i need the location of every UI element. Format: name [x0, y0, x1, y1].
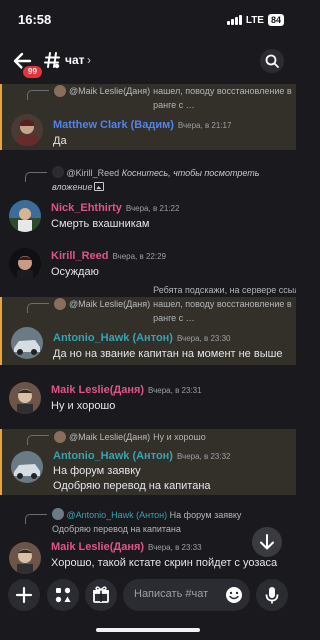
apps-icon: [55, 587, 71, 603]
message-author[interactable]: Maik Leslie(Даня) Вчера, в 23:33: [51, 541, 202, 553]
message-timestamp: Вчера, в 23:30: [176, 334, 231, 343]
reply-preview[interactable]: @Maik Leslie(Даня) Ребята подскажи, на с…: [54, 84, 296, 110]
microphone-icon: [265, 587, 279, 604]
image-attachment-icon: [94, 182, 105, 191]
message-composer: Написать #чат: [0, 574, 296, 616]
avatar[interactable]: [11, 327, 43, 359]
reply-connector: [27, 435, 49, 445]
gift-icon: [93, 586, 109, 603]
hash-channel-icon: [44, 52, 60, 69]
status-indicators: LTE 84: [227, 14, 284, 26]
channel-name[interactable]: чат: [65, 53, 85, 67]
reply-connector: [27, 303, 49, 313]
channel-header: 99 чат ›: [0, 40, 296, 84]
avatar: [54, 431, 66, 443]
status-bar: 16:58 LTE 84: [0, 0, 296, 40]
avatar[interactable]: [9, 248, 41, 280]
reply-connector: [27, 90, 49, 100]
message-input[interactable]: Написать #чат: [123, 579, 250, 611]
avatar: [54, 298, 66, 310]
avatar: [54, 85, 66, 97]
voice-message-button[interactable]: [256, 579, 288, 611]
search-icon: [265, 54, 279, 68]
apps-button[interactable]: [47, 579, 79, 611]
avatar: [52, 508, 64, 520]
message-text: Ну и хорошо: [51, 400, 116, 412]
status-time: 16:58: [18, 12, 52, 27]
add-attachment-button[interactable]: [8, 579, 40, 611]
message-timestamp: Вчера, в 21:17: [177, 121, 232, 130]
message-author[interactable]: Kirill_Reed Вчера, в 22:29: [51, 250, 166, 262]
reply-preview[interactable]: @Kirill_Reed Коснитесь, чтобы посмотреть…: [52, 166, 288, 192]
avatar: [52, 166, 64, 178]
avatar[interactable]: [9, 200, 41, 232]
message-author[interactable]: Antonio_Hawk (Антон) Вчера, в 23:30: [53, 332, 231, 344]
message-list[interactable]: @Maik Leslie(Даня) Ребята подскажи, на с…: [0, 84, 296, 574]
message-text: Хорошо, такой кстате скрин пойдет с уоза…: [51, 557, 278, 569]
reply-connector: [25, 172, 47, 182]
plus-icon: [15, 586, 33, 604]
reply-preview[interactable]: @Antonio_Hawk (Антон) На форум заявку Од…: [52, 508, 288, 534]
reply-connector: [25, 514, 47, 524]
message-timestamp: Вчера, в 21:22: [125, 204, 180, 213]
message-text: Да: [53, 135, 67, 147]
avatar[interactable]: [9, 542, 41, 574]
message-text: Одобряю перевод на капитана: [53, 480, 211, 492]
reply-preview[interactable]: @Maik Leslie(Даня) Ну и хорошо: [54, 430, 206, 444]
message-text: На форум заявку: [53, 465, 141, 477]
message-author[interactable]: Nick_Ehthirty Вчера, в 21:22: [51, 202, 179, 214]
message-item[interactable]: @Maik Leslie(Даня) Ну и хорошо Antonio_H…: [0, 429, 296, 495]
scroll-to-bottom-button[interactable]: [252, 527, 282, 557]
message-item[interactable]: @Kirill_Reed Коснитесь, чтобы посмотреть…: [0, 164, 296, 234]
message-input-placeholder: Написать #чат: [134, 588, 209, 600]
message-item[interactable]: @Maik Leslie(Даня) Ребята подскажи, на с…: [0, 285, 296, 365]
network-label: LTE: [245, 14, 264, 26]
reply-preview[interactable]: @Maik Leslie(Даня) Ребята подскажи, на с…: [54, 285, 296, 323]
emoji-icon[interactable]: [224, 585, 244, 605]
message-item[interactable]: Kirill_Reed Вчера, в 22:29 Осуждаю: [0, 244, 296, 284]
avatar[interactable]: [9, 382, 41, 414]
chevron-right-icon[interactable]: ›: [87, 53, 91, 67]
message-timestamp: Вчера, в 23:32: [176, 452, 231, 461]
message-timestamp: Вчера, в 22:29: [112, 252, 166, 261]
message-author[interactable]: Maik Leslie(Даня) Вчера, в 23:31: [51, 384, 202, 396]
battery-icon: 84: [267, 14, 284, 26]
message-item[interactable]: Maik Leslie(Даня) Вчера, в 23:31 Ну и хор…: [0, 378, 296, 418]
unread-badge: 99: [21, 64, 44, 80]
message-timestamp: Вчера, в 23:31: [148, 386, 202, 395]
home-indicator[interactable]: [96, 628, 200, 632]
message-text: Осуждаю: [51, 266, 99, 278]
search-button[interactable]: [260, 49, 284, 73]
message-text: Да но на звание капитан на момент не выш…: [53, 348, 283, 360]
avatar[interactable]: [11, 451, 43, 483]
message-author[interactable]: Antonio_Hawk (Антон) Вчера, в 23:32: [53, 450, 231, 462]
avatar[interactable]: [11, 114, 43, 146]
message-text: Смерть вхашникам: [51, 218, 150, 230]
message-author[interactable]: Matthew Clark (Вадим) Вчера, в 21:17: [53, 119, 231, 131]
arrow-down-icon: [260, 534, 274, 550]
message-item[interactable]: @Maik Leslie(Даня) Ребята подскажи, на с…: [0, 84, 296, 150]
signal-icon: [227, 15, 242, 25]
message-timestamp: Вчера, в 23:33: [148, 543, 202, 552]
gift-button[interactable]: [85, 579, 117, 611]
